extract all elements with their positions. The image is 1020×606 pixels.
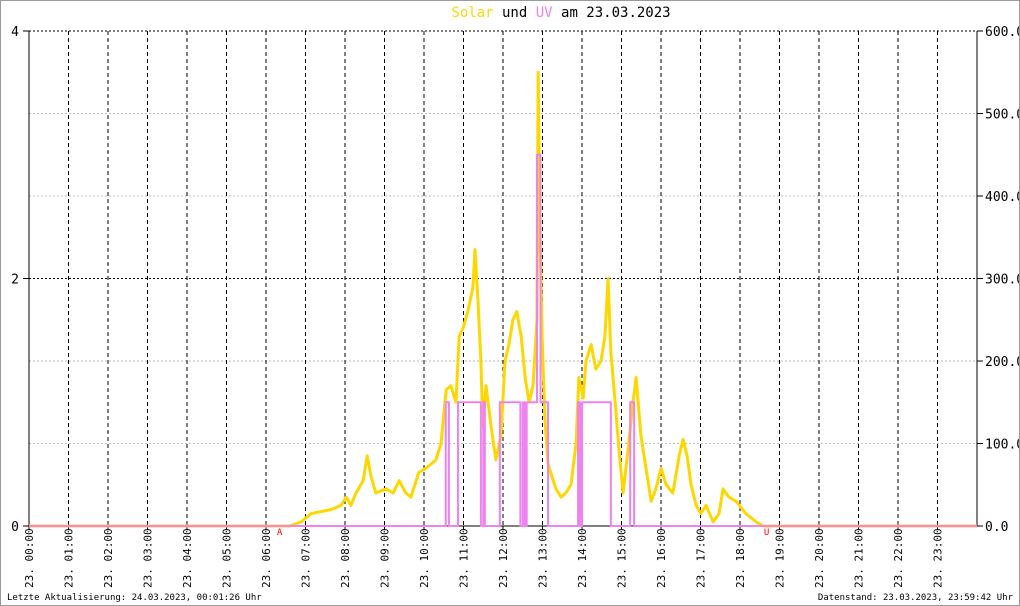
x-tick-label: 23. 09:00 [379,528,392,588]
x-tick-label: 23. 19:00 [774,528,787,588]
x-tick-label: 23. 02:00 [102,528,115,588]
x-tick-label: 23. 10:00 [418,528,431,588]
marker-u: U [764,528,769,538]
x-tick-label: 23. 12:00 [497,528,510,588]
right-tick-label: 400.0 [985,190,1019,205]
last-update: Letzte Aktualisierung: 24.03.2023, 00:01… [7,593,262,603]
x-tick-label: 23. 11:00 [458,528,471,588]
x-tick-label: 23. 21:00 [853,528,866,588]
right-tick-label: 200.0 [985,355,1019,370]
x-tick-label: 23. 07:00 [300,528,313,588]
x-tick-label: 23. 00:00 [23,528,36,588]
right-tick-label: 300.0 [985,273,1019,288]
x-tick-label: 23. 08:00 [339,528,352,588]
right-tick-label: 0.0 [985,520,1008,535]
left-tick-label: 0 [11,520,19,535]
x-tick-label: 23. 13:00 [537,528,550,588]
x-tick-label: 23. 17:00 [695,528,708,588]
x-tick-label: 23. 04:00 [181,528,194,588]
x-tick-label: 23. 18:00 [734,528,747,588]
right-tick-label: 500.0 [985,108,1019,123]
chart-window: Solar und UV am 23.03.2023 0.0100.0200.0… [0,0,1020,606]
x-tick-label: 23. 22:00 [892,528,905,588]
right-tick-label: 600.0 [985,25,1019,40]
x-tick-label: 23. 20:00 [813,528,826,588]
x-tick-label: 23. 03:00 [142,528,155,588]
chart-plot: 0.0 100.0 200.0 300.0 400.0 500.0 600.0 0 2 4 23. … [11,25,1019,588]
left-tick-label: 2 [11,273,19,288]
x-tick-label: 23. 16:00 [655,528,668,588]
left-tick-label: 4 [11,25,19,40]
data-timestamp: Datenstand: 23.03.2023, 23:59:42 Uhr [817,593,1013,603]
x-tick-label: 23. 23:00 [932,528,945,588]
x-tick-label: 23. 06:00 [260,528,273,588]
x-tick-label: 23. 01:00 [63,528,76,588]
x-tick-label: 23. 15:00 [616,528,629,588]
right-tick-label: 100.0 [985,438,1019,453]
marker-a: A [277,528,283,538]
x-tick-label: 23. 14:00 [576,528,589,588]
x-tick-label: 23. 05:00 [221,528,234,588]
